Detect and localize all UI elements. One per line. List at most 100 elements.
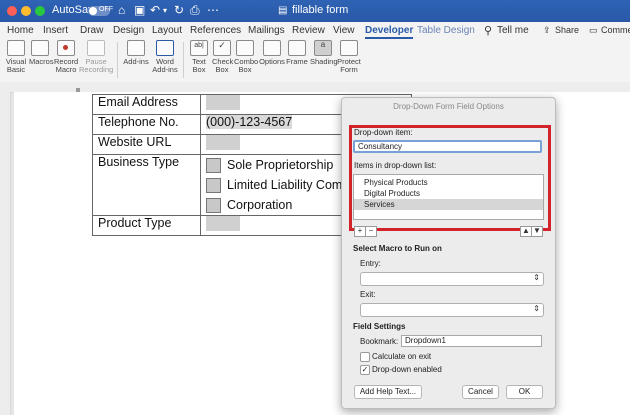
redo-icon[interactable]: ↻: [174, 3, 184, 17]
document-icon: ▤: [278, 5, 288, 16]
telephone-label: Telephone No.: [92, 114, 201, 135]
options-icon: [263, 40, 281, 56]
tab-home[interactable]: Home: [7, 25, 34, 36]
autosave-state: OFF: [99, 6, 113, 13]
shading-icon: a: [314, 40, 332, 56]
product-type-label: Product Type: [92, 215, 201, 236]
tab-review[interactable]: Review: [292, 25, 325, 36]
field-settings-title: Field Settings: [353, 322, 406, 331]
items-listbox[interactable]: Physical Products Digital Products Servi…: [353, 174, 544, 220]
cancel-button[interactable]: Cancel: [462, 385, 499, 399]
list-item[interactable]: Digital Products: [354, 188, 543, 199]
ribbon: Visual Basic Macros Record Macro Pause R…: [0, 40, 630, 83]
lightbulb-icon: ⚲: [484, 25, 493, 37]
enabled-label: Drop-down enabled: [372, 365, 442, 374]
undo-icon[interactable]: ↶: [150, 3, 160, 17]
minimize-window-button[interactable]: [21, 6, 31, 16]
protect-form-button[interactable]: Protect Form: [337, 40, 361, 74]
pause-recording-icon: [87, 40, 105, 56]
website-label: Website URL: [92, 134, 201, 155]
protect-form-label: Protect Form: [337, 57, 361, 74]
ok-button[interactable]: OK: [506, 385, 543, 399]
checkbox[interactable]: [206, 198, 221, 214]
exit-macro-select[interactable]: ⇕: [360, 303, 544, 317]
combo-box-button[interactable]: Combo Box: [234, 40, 258, 74]
macros-button[interactable]: Macros: [29, 40, 54, 66]
entry-label: Entry:: [360, 259, 381, 268]
business-type-label: Business Type: [92, 154, 201, 216]
bookmark-input[interactable]: Dropdown1: [401, 335, 542, 347]
document-title: fillable form: [292, 4, 349, 16]
email-field[interactable]: [206, 95, 240, 111]
more-icon[interactable]: ⋯: [207, 3, 219, 17]
list-item-selected[interactable]: Services: [354, 199, 543, 210]
word-add-ins-label: Word Add-ins: [152, 57, 178, 74]
tab-layout[interactable]: Layout: [152, 25, 182, 36]
home-icon[interactable]: ⌂: [118, 3, 125, 17]
tab-table-design[interactable]: Table Design: [417, 25, 475, 36]
record-macro-button[interactable]: Record Macro: [54, 40, 78, 74]
remove-item-button[interactable]: −: [365, 226, 377, 237]
macros-label: Macros: [29, 57, 54, 66]
product-type-dropdown[interactable]: [206, 216, 240, 232]
add-ins-icon: [127, 40, 145, 56]
tab-view[interactable]: View: [333, 25, 355, 36]
text-box-label: Text Box: [192, 57, 206, 74]
frame-label: Frame: [286, 57, 308, 66]
share-icon[interactable]: ⇪: [543, 25, 551, 36]
vertical-ruler: [0, 92, 11, 415]
word-add-ins-button[interactable]: Word Add-ins: [152, 40, 178, 74]
options-label: Options: [259, 57, 285, 66]
enabled-checkbox[interactable]: ✓: [360, 365, 370, 375]
add-ins-button[interactable]: Add-ins: [122, 40, 150, 66]
autosave-toggle[interactable]: OFF: [88, 6, 113, 16]
items-list-label: Items in drop-down list:: [354, 161, 437, 170]
visual-basic-button[interactable]: Visual Basic: [4, 40, 28, 74]
add-ins-label: Add-ins: [123, 57, 149, 66]
move-down-button[interactable]: ▼: [531, 226, 543, 237]
combo-box-icon: [236, 40, 254, 56]
dropdown-item-label: Drop-down item:: [354, 128, 413, 137]
website-field[interactable]: [206, 135, 240, 151]
tab-insert[interactable]: Insert: [43, 25, 68, 36]
tab-mailings[interactable]: Mailings: [248, 25, 285, 36]
comments-icon[interactable]: ▭: [589, 25, 598, 36]
telephone-field[interactable]: (000)-123-4567: [206, 115, 293, 129]
shading-button[interactable]: a Shading: [310, 40, 338, 66]
ribbon-tabs: Home Insert Draw Design Layout Reference…: [0, 22, 630, 40]
options-button[interactable]: Options: [258, 40, 286, 66]
tab-design[interactable]: Design: [113, 25, 144, 36]
share-button[interactable]: Share: [555, 25, 579, 35]
close-window-button[interactable]: [7, 6, 17, 16]
checkbox[interactable]: [206, 158, 221, 174]
frame-button[interactable]: Frame: [286, 40, 308, 66]
tab-developer[interactable]: Developer: [365, 25, 414, 39]
dropdown-item-input[interactable]: Consultancy: [353, 140, 542, 153]
ribbon-divider: [117, 42, 118, 78]
save-icon[interactable]: ▣: [134, 3, 145, 17]
exit-label: Exit:: [360, 290, 376, 299]
dialog-title: Drop-Down Form Field Options: [393, 102, 504, 111]
visual-basic-label: Visual Basic: [5, 57, 27, 74]
comments-button[interactable]: Comme: [601, 25, 630, 35]
tab-draw[interactable]: Draw: [80, 25, 103, 36]
macros-icon: [31, 40, 49, 56]
check-box-icon: ✓: [213, 40, 231, 56]
add-help-text-button[interactable]: Add Help Text...: [354, 385, 422, 399]
list-item[interactable]: Physical Products: [354, 177, 543, 188]
check-box-button[interactable]: ✓ Check Box: [212, 40, 233, 74]
checkmark-icon: ✓: [361, 365, 369, 374]
pause-recording-button[interactable]: Pause Recording: [79, 40, 113, 74]
undo-dropdown-icon[interactable]: ▾: [163, 6, 167, 15]
shading-label: Shading: [310, 57, 338, 66]
checkbox[interactable]: [206, 178, 221, 194]
tab-references[interactable]: References: [190, 25, 241, 36]
entry-macro-select[interactable]: ⇕: [360, 272, 544, 286]
pause-recording-label: Pause Recording: [79, 57, 114, 74]
zoom-window-button[interactable]: [35, 6, 45, 16]
word-add-ins-icon: [156, 40, 174, 56]
text-box-button[interactable]: ab| Text Box: [189, 40, 209, 74]
print-icon[interactable]: ⎙: [190, 3, 200, 18]
tell-me-search[interactable]: Tell me: [497, 25, 529, 36]
calculate-checkbox[interactable]: [360, 352, 370, 362]
